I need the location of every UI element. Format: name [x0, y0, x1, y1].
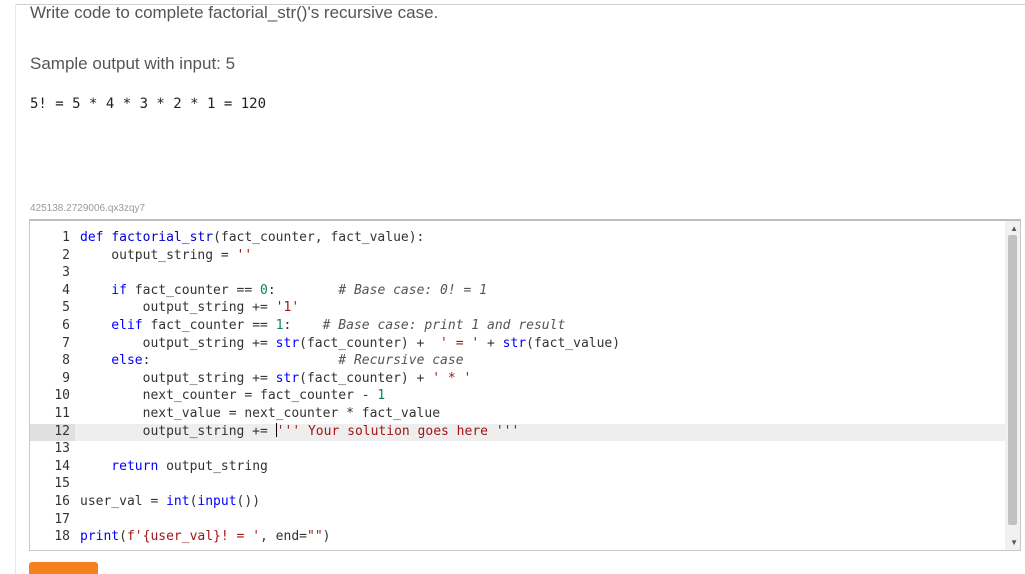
line-number: 3 [62, 265, 70, 281]
keyword: if [80, 282, 127, 298]
code-text: output_string += [80, 423, 276, 439]
line-number-gutter: 1 2 3 4 5 6 7 8 9 10 11 12 13 14 15 16 1… [30, 221, 75, 550]
line-number: 5 [62, 300, 70, 316]
code-line-10[interactable]: next_counter = fact_counter - 1 [80, 387, 386, 405]
code-line-8[interactable]: else: # Recursive case [80, 352, 464, 370]
code-text: + [479, 335, 503, 351]
keyword: elif [80, 318, 143, 333]
keyword: else [80, 353, 143, 369]
line-number: 15 [54, 476, 70, 492]
code-text: next_value = next_counter * fact_value [80, 406, 441, 421]
code-text: user_val = [80, 494, 167, 509]
code-text: output_string += [80, 370, 276, 386]
code-line-9[interactable]: output_string += str(fact_counter) + ' *… [80, 370, 472, 388]
code-text: output_string [158, 458, 268, 474]
number-literal: 1 [377, 388, 386, 404]
code-text: ( [119, 529, 127, 545]
code-line-12[interactable]: output_string += ''' Your solution goes … [80, 422, 520, 441]
code-text: ) [322, 529, 331, 545]
builtin-function: input [197, 494, 237, 509]
problem-id: 425138.2729006.qx3zqy7 [30, 203, 146, 214]
function-name: factorial_str [111, 230, 214, 245]
code-line-7[interactable]: output_string += str(fact_counter) + ' =… [80, 335, 620, 353]
line-number: 6 [62, 318, 70, 333]
line-number: 10 [54, 388, 70, 404]
scrollbar-thumb[interactable] [1008, 235, 1017, 525]
code-line-5[interactable]: output_string += '1' [80, 299, 300, 317]
sample-output-label: Sample output with input: 5 [30, 54, 236, 73]
code-editor[interactable]: 1 2 3 4 5 6 7 8 9 10 11 12 13 14 15 16 1… [29, 219, 1021, 551]
line-number: 11 [54, 406, 70, 421]
code-text: output_string = [80, 247, 237, 263]
builtin-function: str [502, 335, 527, 351]
code-text: (fact_counter) + [299, 335, 441, 351]
builtin-function: int [166, 494, 190, 509]
code-text: output_string += [80, 300, 276, 316]
editor-scrollbar[interactable]: ▲ ▼ [1005, 221, 1020, 550]
line-number-active: 12 [54, 423, 70, 439]
line-number: 9 [62, 370, 70, 386]
code-line-6[interactable]: elif fact_counter == 1: # Base case: pri… [80, 317, 565, 335]
number-literal: 0 [260, 282, 268, 298]
string-literal: ''' Your solution goes here ''' [276, 423, 520, 439]
code-line-2[interactable]: output_string = '' [80, 247, 252, 265]
line-number: 4 [62, 282, 70, 298]
line-number: 13 [54, 441, 70, 457]
code-text: next_counter = fact_counter - [80, 388, 378, 404]
keyword: def [80, 230, 104, 245]
run-button[interactable] [29, 562, 98, 574]
code-line-11[interactable]: next_value = next_counter * fact_value [80, 405, 440, 423]
line-number: 2 [62, 247, 70, 263]
builtin-function: str [275, 335, 300, 351]
string-literal: ' = ' [440, 335, 480, 351]
comment: # Recursive case [338, 353, 464, 369]
string-literal: "" [307, 529, 323, 545]
builtin-function: print [80, 529, 120, 545]
keyword: return [80, 458, 159, 474]
code-text: : [283, 318, 323, 333]
string-literal: '1' [275, 300, 300, 316]
string-literal: f'{user_val}! = ' [126, 529, 261, 545]
code-line-18[interactable]: print(f'{user_val}! = ', end="") [80, 528, 330, 546]
left-divider [15, 4, 16, 574]
line-number: 8 [62, 353, 70, 369]
challenge-prompt: Write code to complete factorial_str()'s… [30, 3, 439, 22]
code-line-1[interactable]: def factorial_str(fact_counter, fact_val… [80, 229, 424, 247]
code-text: (fact_counter) + [299, 370, 433, 386]
string-literal: '' [236, 247, 253, 263]
code-text: fact_counter == [126, 282, 261, 298]
code-line-16[interactable]: user_val = int(input()) [80, 493, 260, 511]
code-text: , end= [260, 529, 307, 545]
line-number: 7 [62, 335, 70, 351]
code-text: (fact_value) [526, 335, 621, 351]
line-number: 18 [54, 529, 70, 545]
scroll-up-arrow-icon[interactable]: ▲ [1010, 224, 1018, 233]
comment: # Base case: print 1 and result [322, 318, 566, 333]
line-number: 17 [54, 511, 70, 527]
line-number: 16 [54, 494, 70, 509]
sample-output: 5! = 5 * 4 * 3 * 2 * 1 = 120 [30, 96, 267, 112]
code-text: : [267, 282, 339, 298]
code-line-4[interactable]: if fact_counter == 0: # Base case: 0! = … [80, 282, 487, 300]
code-text: output_string += [80, 335, 276, 351]
line-number: 1 [62, 230, 70, 245]
line-number: 14 [54, 458, 70, 474]
code-line-14[interactable]: return output_string [80, 458, 268, 476]
number-literal: 1 [275, 318, 284, 333]
code-text: fact_counter == [142, 318, 276, 333]
comment: # Base case: 0! = 1 [338, 282, 488, 298]
string-literal: ' * ' [432, 370, 472, 386]
scroll-down-arrow-icon[interactable]: ▼ [1010, 538, 1018, 547]
code-text: : [142, 353, 339, 369]
code-text: ()) [236, 494, 261, 509]
code-text: (fact_counter, fact_value): [213, 230, 425, 245]
builtin-function: str [275, 370, 300, 386]
